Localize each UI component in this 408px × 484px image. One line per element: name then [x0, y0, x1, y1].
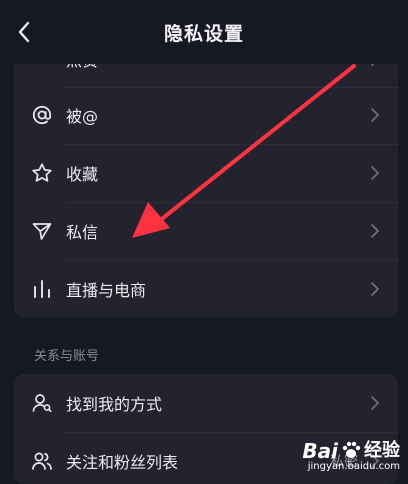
baidu-watermark: Bai 经验 jingyan.baidu.com — [302, 439, 400, 473]
send-icon — [30, 219, 54, 243]
list-item-live-commerce[interactable]: 直播与电商 — [14, 260, 398, 317]
watermark-suffix: 经验 — [364, 440, 400, 461]
list-item-discoverability[interactable]: 找到我的方式 — [14, 374, 398, 432]
at-icon — [30, 103, 54, 127]
chevron-left-icon — [18, 21, 30, 43]
paw-logo-icon — [342, 441, 361, 458]
chevron-right-icon — [371, 282, 379, 296]
privacy-list-card: 点赞 被@ 收藏 — [14, 40, 398, 317]
chevron-right-icon — [371, 396, 379, 410]
watermark-brand: Bai — [302, 439, 338, 463]
list-item-label: 收藏 — [66, 165, 99, 184]
list-item-mentions[interactable]: 被@ — [14, 86, 398, 144]
list-item-direct-messages[interactable]: 私信 — [14, 202, 398, 260]
list-item-label: 找到我的方式 — [66, 395, 163, 414]
list-item-label: 关注和粉丝列表 — [66, 453, 179, 472]
list-item-label: 直播与电商 — [66, 281, 147, 300]
header-bar: 隐私设置 — [0, 0, 408, 64]
bar-chart-icon — [30, 277, 54, 301]
list-item-label: 被@ — [66, 107, 99, 126]
section-title-relationships: 关系与账号 — [34, 349, 100, 364]
page-title: 隐私设置 — [163, 22, 244, 45]
list-item-label: 私信 — [66, 223, 99, 242]
user-search-icon — [30, 391, 54, 415]
chevron-right-icon — [371, 166, 379, 180]
chevron-right-icon — [371, 224, 379, 238]
back-button[interactable] — [10, 18, 38, 46]
list-item-favorites[interactable]: 收藏 — [14, 144, 398, 202]
users-icon — [30, 449, 54, 473]
chevron-right-icon — [371, 108, 379, 122]
star-icon — [30, 161, 54, 185]
